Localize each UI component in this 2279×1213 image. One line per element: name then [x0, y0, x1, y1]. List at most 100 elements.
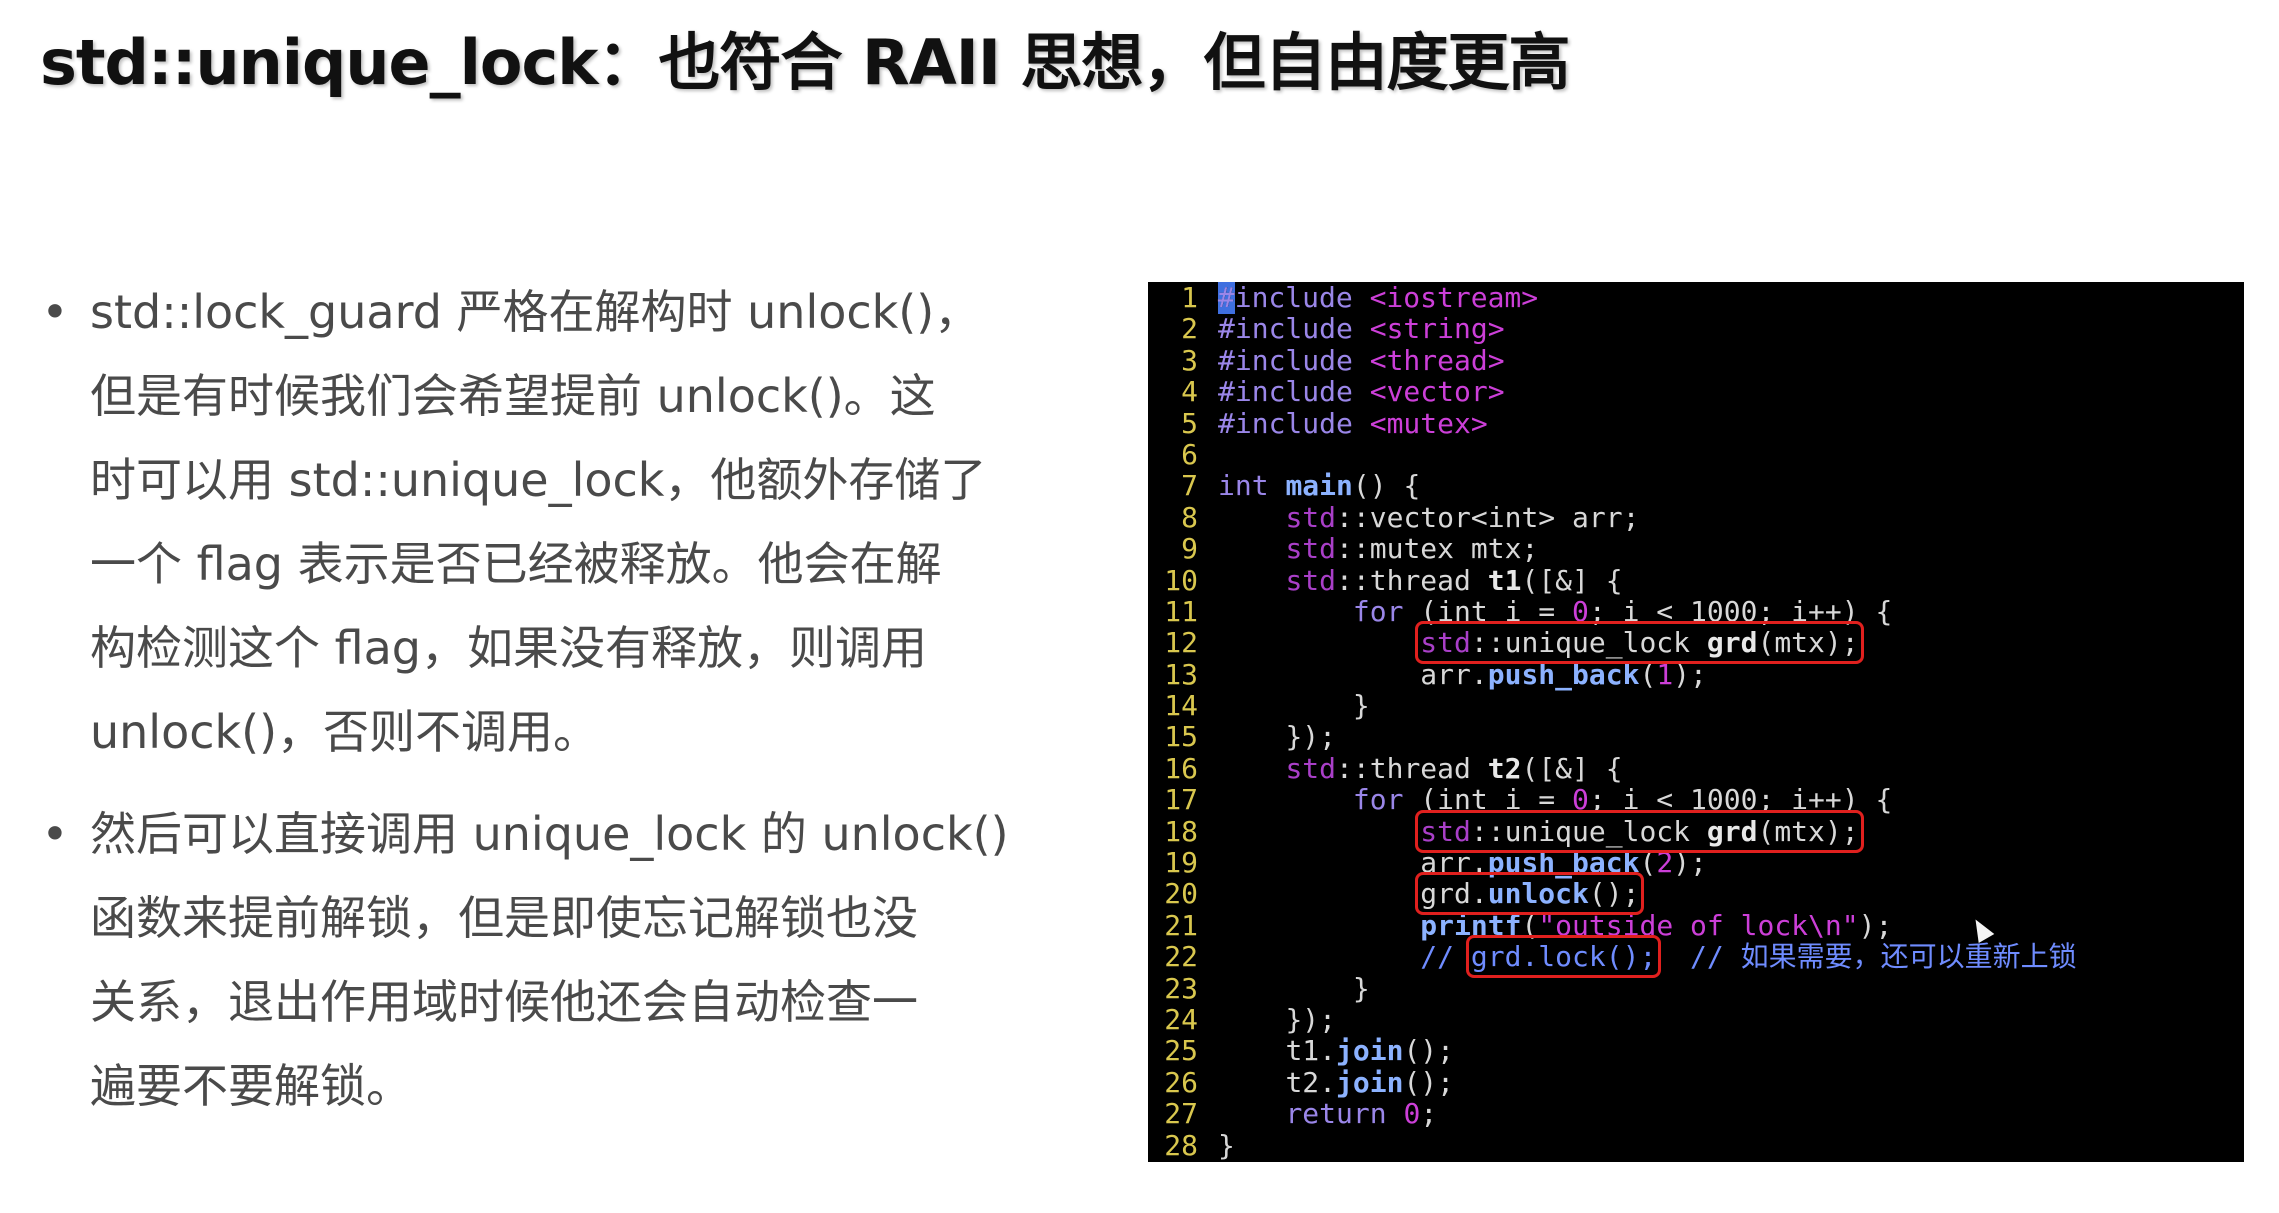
code-line-19: 19 arr.push_back(2); [1148, 846, 2077, 880]
code-token-plain: }); [1285, 720, 1337, 754]
code-token-object: arr. [1420, 846, 1488, 880]
code-line-10: 10 std::thread t1([&] { [1148, 563, 2077, 597]
code-token-plain: ; i < 1000; i++) { [1588, 594, 1893, 628]
code-token-plain: ); [1858, 908, 1893, 942]
code-line-1: 1 ##include <iostream> [1148, 282, 2077, 314]
code-token-namespace: std [1285, 751, 1337, 785]
code-line-9: 9 std::mutex mtx; [1148, 532, 2077, 566]
highlight-box: std::unique_lock grd(mtx); [1415, 809, 1864, 853]
code-token-plain: :: [1336, 751, 1370, 785]
line-number: 10 [1164, 563, 1198, 597]
code-token-plain: (); [1403, 1034, 1455, 1068]
code-token-plain: ); [1673, 657, 1707, 691]
code-line-3: 3 #include <thread> [1148, 343, 2077, 377]
code-line-17: 17 for (int i = 0; i < 1000; i++) { [1148, 783, 2077, 817]
code-line-5: 5 #include <mutex> [1148, 406, 2077, 440]
code-line-16: 16 std::thread t2([&] { [1148, 751, 2077, 785]
slide-title: std::unique_lock：也符合 RAII 思想，但自由度更高 [40, 26, 1570, 99]
bullet-dot: • [41, 285, 69, 339]
code-line-21: 21 printf("outside of lock\n"); [1148, 908, 2077, 942]
line-number: 27 [1164, 1097, 1198, 1131]
code-token-keyword: int [1218, 469, 1269, 503]
code-token-number: 2 [1656, 846, 1674, 880]
line-number: 15 [1164, 720, 1198, 754]
line-number: 20 [1164, 877, 1198, 911]
code-token-function: join [1336, 1034, 1404, 1068]
highlight-box: grd.unlock(); [1415, 872, 1645, 916]
line-number: 4 [1181, 375, 1198, 409]
code-token-plain: (int i = [1403, 594, 1573, 628]
code-token-preprocessor: #include [1218, 375, 1353, 409]
code-token-object: grd. [1420, 877, 1488, 911]
code-token-plain: ; [1420, 1097, 1438, 1131]
code-token-plain: } [1352, 689, 1370, 723]
code-token-namespace: std [1420, 814, 1471, 848]
code-token-plain: :: [1336, 563, 1370, 597]
code-token-identifier: grd [1706, 814, 1758, 848]
code-token-plain: ([&] { [1521, 563, 1623, 597]
code-line-12: 12 std::unique_lock grd(mtx); [1148, 621, 2077, 665]
code-line-11: 11 for (int i = 0; i < 1000; i++) { [1148, 594, 2077, 628]
line-number: 14 [1164, 689, 1198, 723]
code-token-string: <string> [1352, 312, 1505, 346]
code-token-plain: :: [1470, 814, 1505, 848]
code-token-string: <thread> [1352, 343, 1505, 377]
bullet-item-2: • 然后可以直接调用 unique_lock 的 unlock() 函数来提前解… [40, 792, 1120, 1128]
line-number: 16 [1164, 751, 1198, 785]
code-token-plain: ( [1521, 908, 1539, 942]
highlight-box: grd.lock(); [1465, 935, 1662, 979]
line-number: 2 [1181, 312, 1198, 346]
code-token-plain: } [1218, 1128, 1235, 1162]
code-token-plain: () { [1352, 469, 1421, 503]
code-line-24: 24 }); [1148, 1003, 2077, 1036]
line-number: 11 [1164, 594, 1198, 628]
code-token-number: 0 [1572, 594, 1589, 628]
code-token-string: <iostream> [1352, 282, 1539, 314]
code-token-namespace: std [1285, 532, 1337, 566]
code-token-function: push_back [1487, 657, 1640, 691]
code-token-plain: (); [1588, 877, 1640, 911]
line-number: 3 [1181, 343, 1198, 377]
code-token-number: 1 [1656, 657, 1674, 691]
code-token-string: "outside of lock\n" [1538, 908, 1859, 942]
code-token-identifier: grd [1706, 626, 1758, 660]
code-token-identifier: t1 [1487, 563, 1522, 597]
code-token-preprocessor: #include [1218, 406, 1353, 440]
code-line-26: 26 t2.join(); [1148, 1066, 2077, 1099]
code-token-plain: :: [1470, 626, 1505, 660]
code-block: 1 ##include <iostream> 2 #include <string> 3… [1148, 282, 2077, 1161]
code-token-plain: :: [1336, 532, 1370, 566]
line-number: 18 [1164, 814, 1198, 848]
code-line-22: 22 // grd.lock(); // 如果需要，还可以重新上锁 [1148, 935, 2077, 979]
code-token-preprocessor: #include [1218, 343, 1353, 377]
code-line-8: 8 std::vector<int> arr; [1148, 500, 2077, 534]
line-number: 8 [1181, 500, 1198, 534]
code-token-preprocessor: #include [1218, 312, 1353, 346]
code-token-number: 0 [1572, 783, 1589, 817]
code-line-23: 23 } [1148, 972, 2077, 1005]
code-token-object: arr. [1420, 657, 1488, 691]
code-token-object: t1. [1285, 1034, 1337, 1068]
code-token-type: unique_lock [1504, 814, 1691, 848]
code-token-string: <mutex> [1352, 406, 1488, 440]
code-line-14: 14 } [1148, 689, 2077, 723]
line-number: 7 [1181, 469, 1198, 503]
line-number: 25 [1164, 1034, 1198, 1068]
line-number: 12 [1164, 626, 1198, 660]
code-token-plain: ( [1639, 846, 1657, 880]
code-token-function: unlock [1487, 877, 1589, 911]
bullet-text: 然后可以直接调用 unique_lock 的 unlock() 函数来提前解锁，… [90, 807, 1009, 1113]
code-line-20: 20 grd.unlock(); [1148, 872, 2077, 916]
